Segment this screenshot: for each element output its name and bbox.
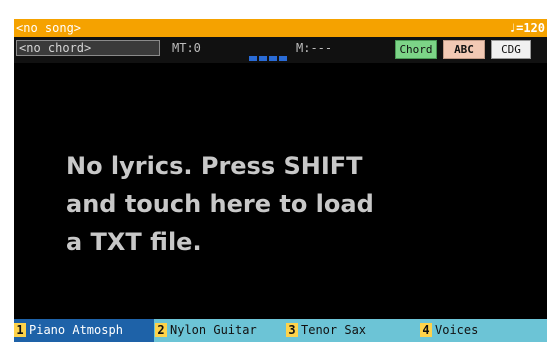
lyrics-area[interactable]: No lyrics. Press SHIFT and touch here to… [66,147,526,261]
info-bar: <no chord> MT:0 M:--- Chord ABC CDG [14,37,547,63]
track-name: Nylon Guitar [170,323,257,337]
track-2[interactable]: 2 Nylon Guitar [155,319,280,342]
abc-button[interactable]: ABC [443,40,485,59]
chord-name-display: <no chord> [16,40,160,56]
track-number: 2 [155,323,167,337]
track-name: Tenor Sax [301,323,367,337]
track-bar: 1 Piano Atmosph 2 Nylon Guitar 3 Tenor Sax … [14,319,547,342]
track-number: 1 [14,323,26,337]
beat-dot [249,56,257,61]
measure-counter: M:--- [296,41,333,55]
beat-indicator [249,46,289,61]
song-name: <no song> [16,21,82,35]
track-3[interactable]: 3 Tenor Sax [286,319,416,342]
chord-button[interactable]: Chord [395,40,437,59]
lyrics-screen: <no song> ♩=120 <no chord> MT:0 M:--- Ch… [14,19,547,342]
track-number: 3 [286,323,298,337]
master-transpose: MT:0 [172,41,201,55]
beat-dot [269,56,277,61]
track-1[interactable]: 1 Piano Atmosph [14,319,154,342]
song-bar[interactable]: <no song> ♩=120 [14,19,547,37]
beat-dot [279,56,287,61]
track-name: Voices [435,323,479,337]
tempo-indicator: ♩=120 [508,21,545,35]
beat-dot [259,56,267,61]
track-4[interactable]: 4 Voices [420,319,547,342]
track-name: Piano Atmosph [29,323,123,337]
cdg-button[interactable]: CDG [491,40,531,59]
track-number: 4 [420,323,432,337]
